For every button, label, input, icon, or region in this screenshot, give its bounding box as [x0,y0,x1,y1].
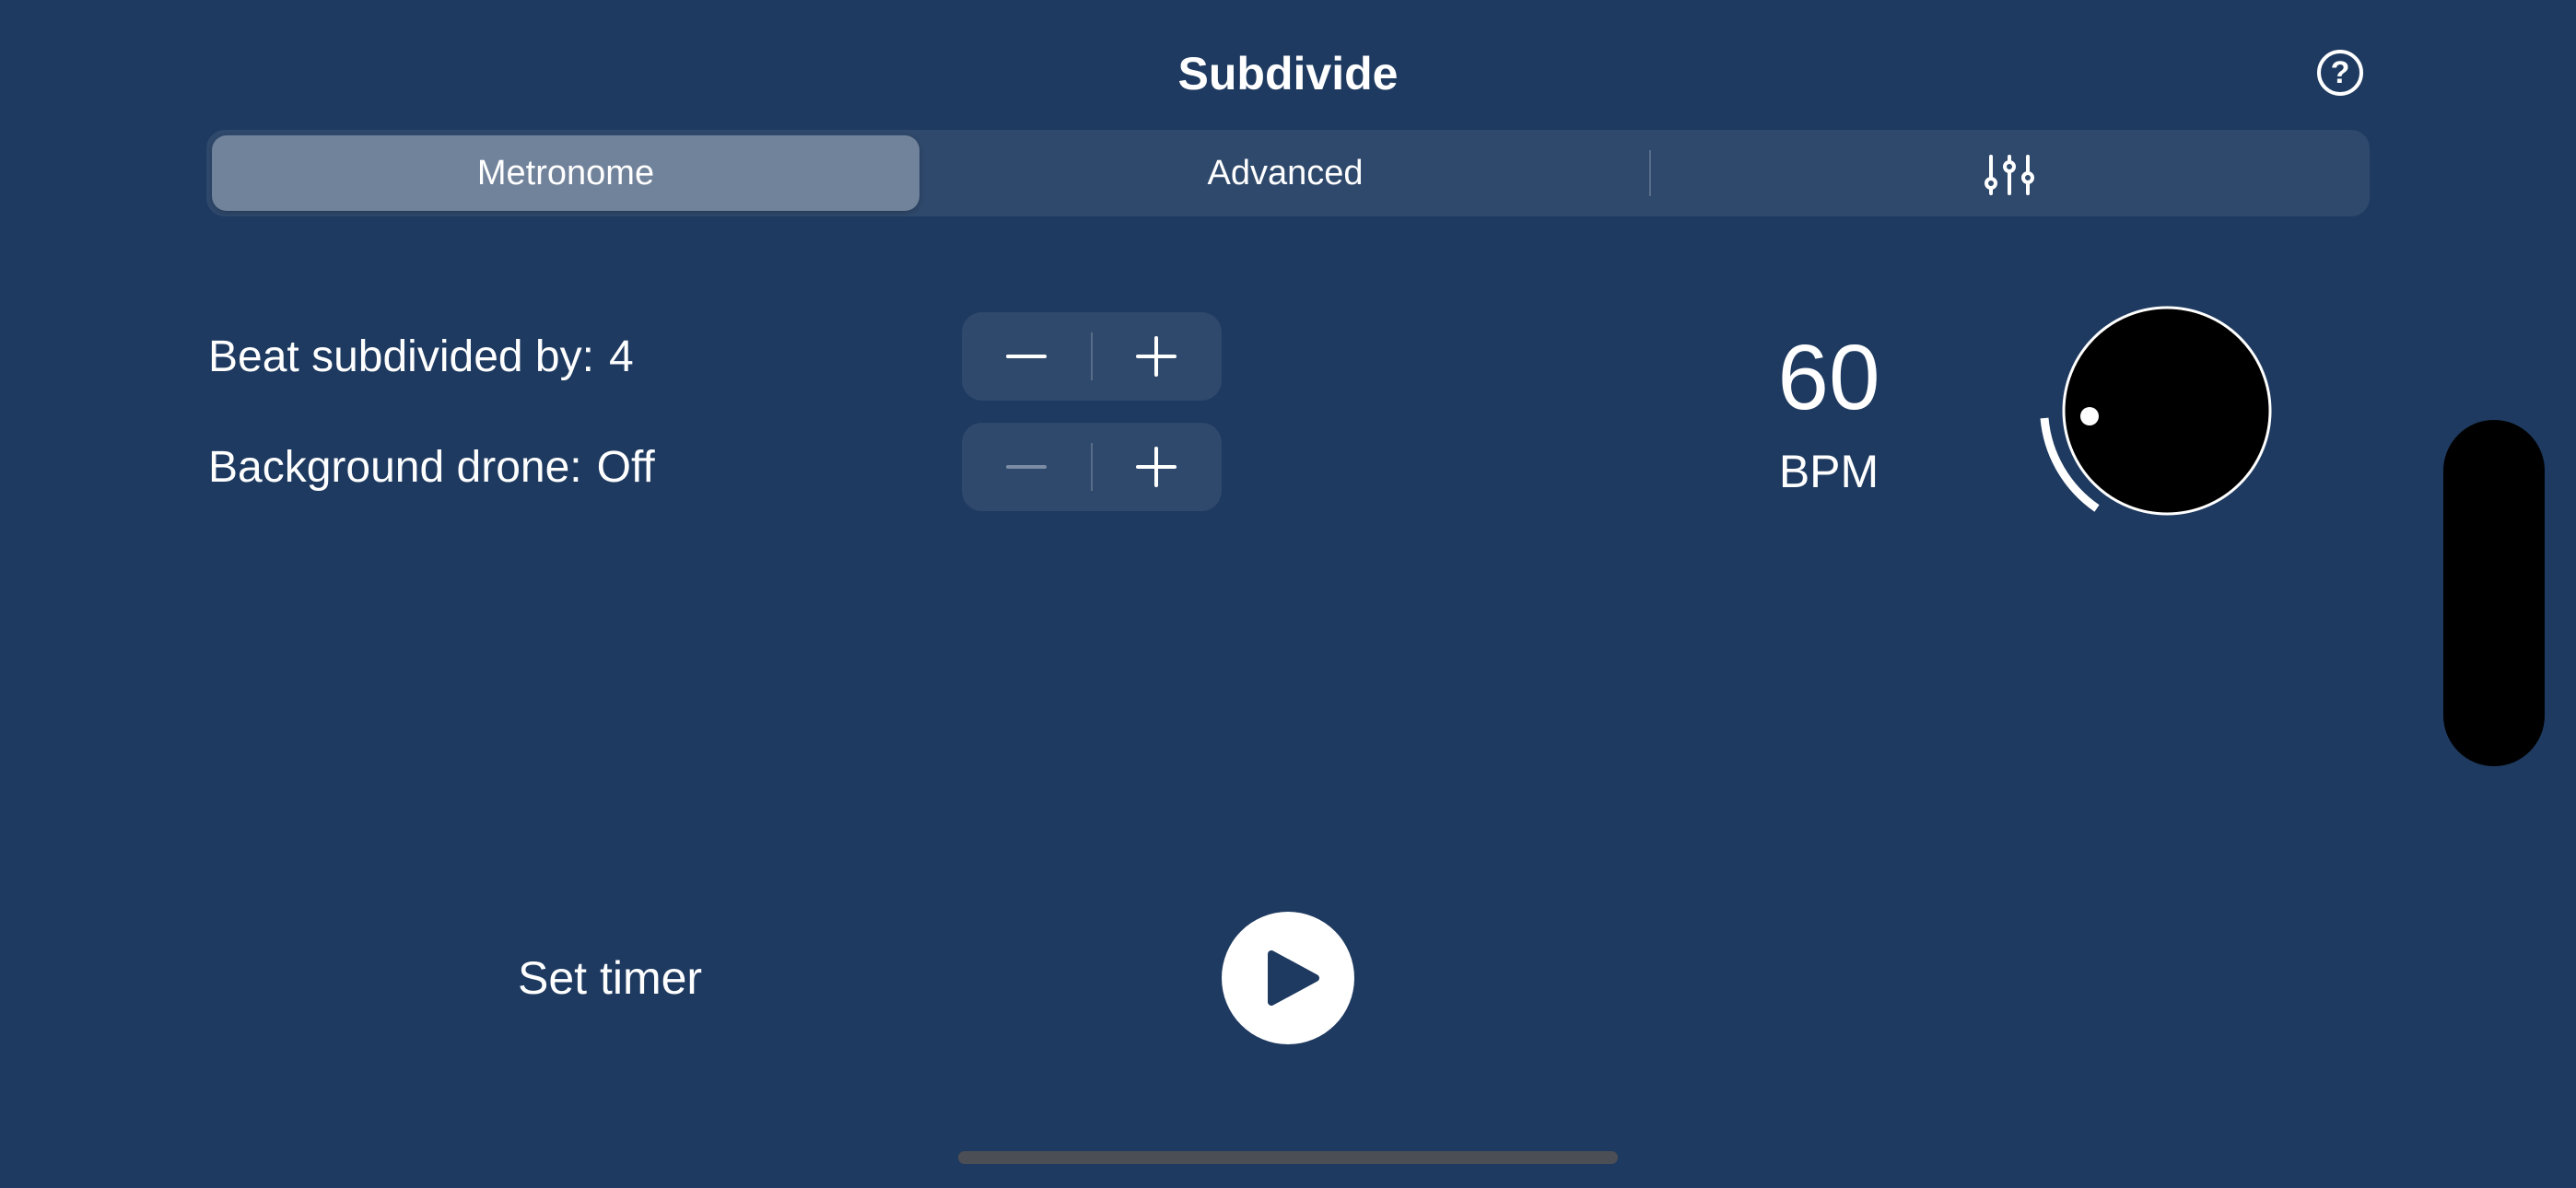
bpm-value: 60 [1777,326,1880,429]
question-circle-icon: ? [2330,55,2350,90]
bpm-unit-label: BPM [1778,446,1879,497]
minus-icon [1006,355,1047,358]
minus-icon [1006,465,1047,469]
drone-label: Background drone: [208,443,582,492]
side-drag-handle[interactable] [2443,420,2545,766]
drone-increment-button[interactable] [1092,423,1222,511]
plus-icon [1136,336,1177,377]
tab-advanced[interactable]: Advanced [921,135,1649,211]
subdivision-label: Beat subdivided by: [208,332,594,381]
subdivision-stepper [962,312,1222,401]
tab-settings[interactable] [1649,135,2370,211]
knob-position-dot [2080,407,2099,425]
drone-value: Off [596,443,655,492]
mode-segmented-control: Metronome Advanced [206,130,2370,216]
tab-metronome[interactable]: Metronome [212,135,919,211]
subdivision-decrement-button[interactable] [962,312,1092,401]
drone-stepper [962,423,1222,511]
help-button[interactable]: ? [2317,50,2363,96]
plus-icon [1136,447,1177,487]
drone-row: Background drone: Off [208,440,655,495]
subdivision-row: Beat subdivided by: 4 [208,330,634,385]
subdivision-increment-button[interactable] [1092,312,1222,401]
home-indicator [958,1151,1618,1164]
play-button[interactable] [1222,912,1354,1044]
play-icon [1268,950,1319,1006]
drone-decrement-button[interactable] [962,423,1092,511]
subdivision-value: 4 [608,332,634,381]
tempo-knob[interactable] [2027,295,2285,553]
app-title: Subdivide [1177,48,1399,99]
set-timer-button[interactable]: Set timer [518,949,702,1007]
sliders-icon [1985,155,2034,195]
